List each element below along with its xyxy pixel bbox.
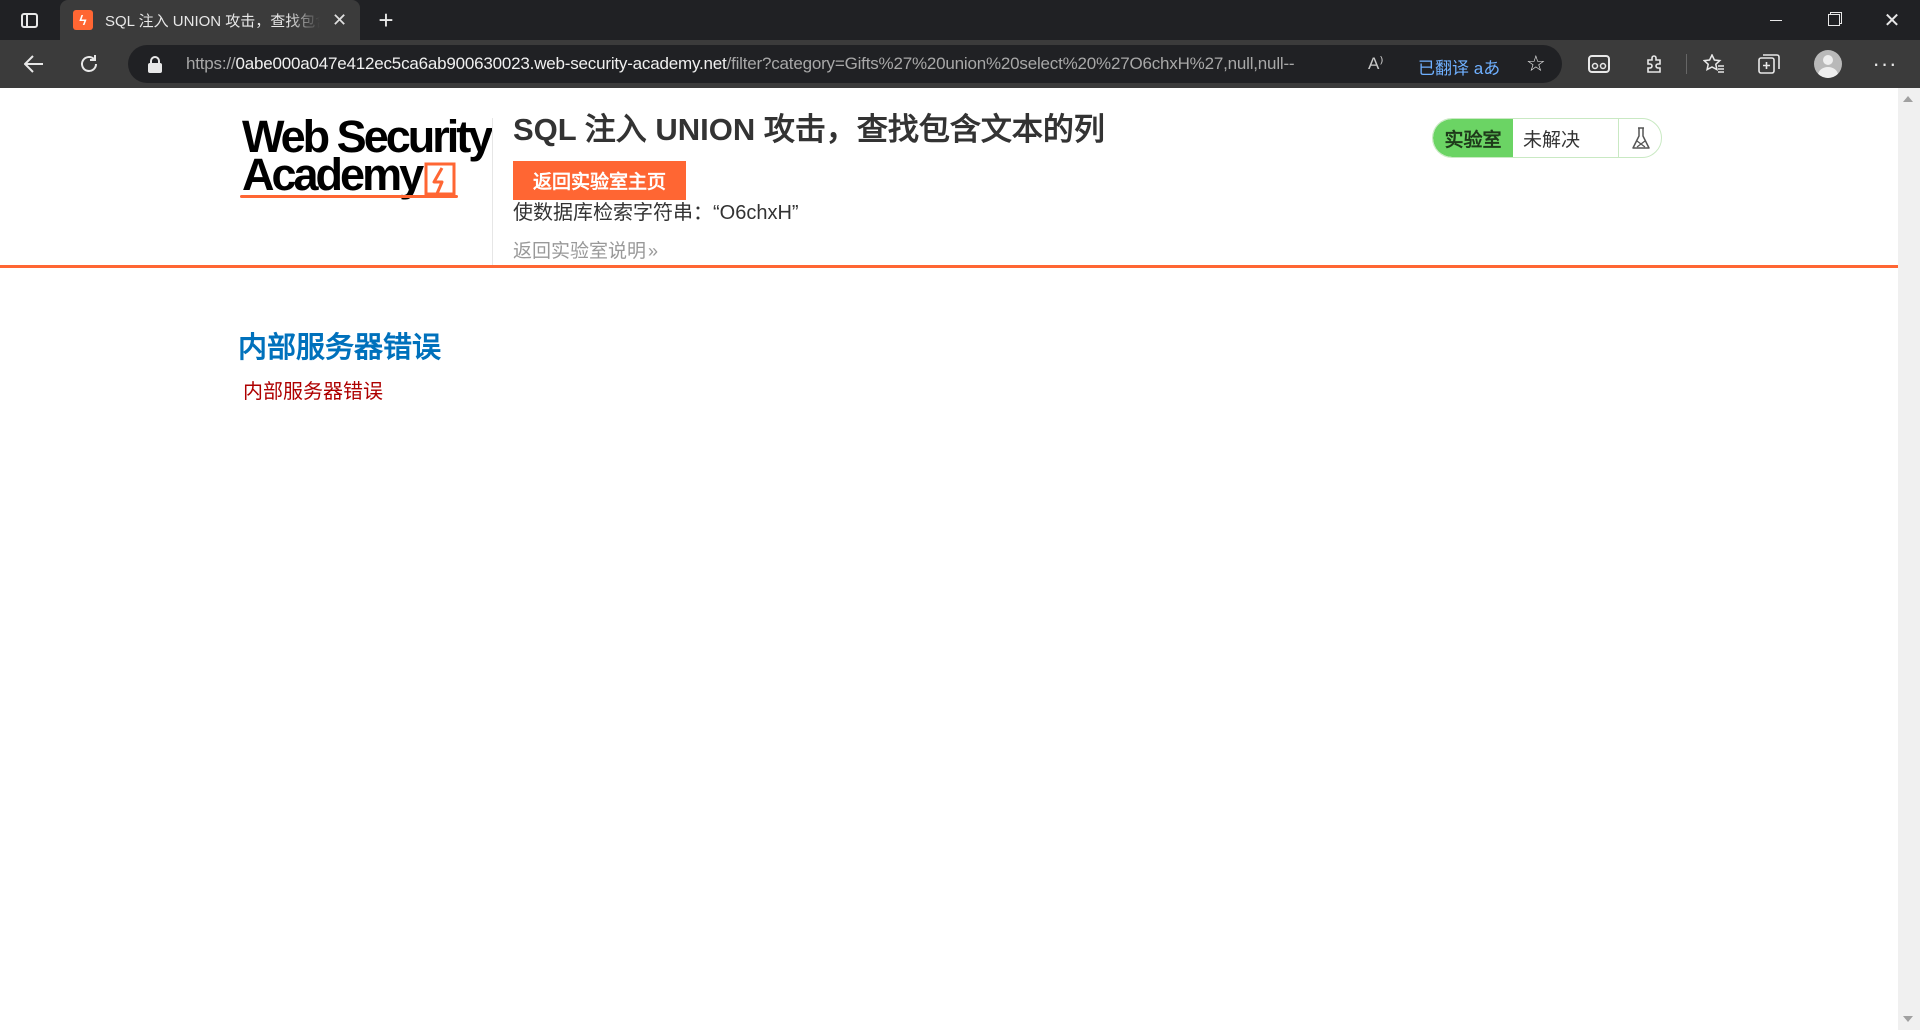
lock-icon[interactable]: [148, 56, 162, 73]
lab-objective: 使数据库检索字符串：“O6chxH”: [513, 202, 799, 224]
academy-bolt-icon: [424, 162, 456, 197]
page-viewport: Web Security Academy SQL 注入 UNION 攻击，查找包…: [0, 88, 1898, 1030]
url-path: /filter?category=Gifts%27%20union%20sele…: [726, 54, 1295, 73]
address-bar[interactable]: https://0abe000a047e412ec5ca6ab900630023…: [128, 45, 1562, 83]
reading-mode-icon[interactable]: [1582, 48, 1616, 80]
profile-icon[interactable]: [1814, 50, 1842, 78]
page-scrollbar[interactable]: [1898, 88, 1920, 1030]
tab-strip: ϟ SQL 注入 UNION 攻击，查找包含文本的列 ✕ + ✕: [0, 0, 1920, 40]
status-text: 未解决: [1523, 129, 1581, 151]
url-host: 0abe000a047e412ec5ca6ab900630023.web-sec…: [235, 54, 727, 73]
minimize-button[interactable]: [1748, 0, 1804, 40]
toolbar-separator: [1686, 54, 1687, 74]
tab-title: SQL 注入 UNION 攻击，查找包含文本的列: [105, 12, 320, 30]
header-divider: [492, 118, 493, 265]
collections-icon[interactable]: [1752, 48, 1786, 80]
read-aloud-icon[interactable]: A⁾: [1368, 54, 1384, 74]
logo-underline: [240, 195, 458, 198]
browser-toolbar: https://0abe000a047e412ec5ca6ab900630023…: [0, 40, 1920, 88]
favorites-icon[interactable]: [1697, 48, 1731, 80]
flask-icon: [1618, 119, 1661, 157]
close-icon[interactable]: ✕: [332, 11, 347, 29]
back-to-lab-description-link[interactable]: 返回实验室说明»: [513, 236, 658, 263]
translate-icon[interactable]: 已翻译 aあ: [1418, 54, 1500, 79]
add-favorite-icon[interactable]: ☆: [1526, 51, 1546, 77]
reload-icon[interactable]: [72, 48, 106, 80]
window-close-button[interactable]: ✕: [1864, 0, 1920, 40]
double-chevron-right-icon: »: [648, 241, 659, 261]
lab-title: SQL 注入 UNION 攻击，查找包含文本的列: [513, 112, 1105, 147]
logo-line2: Academy: [242, 149, 424, 200]
scroll-down-icon[interactable]: [1903, 1016, 1913, 1022]
url-text[interactable]: https://0abe000a047e412ec5ca6ab900630023…: [186, 54, 1346, 74]
tab-actions-icon[interactable]: [14, 8, 44, 32]
new-tab-button[interactable]: +: [370, 4, 402, 36]
lab-status-widget: 实验室 未解决: [1432, 118, 1662, 158]
extensions-icon[interactable]: [1637, 48, 1671, 80]
more-icon[interactable]: ···: [1868, 48, 1902, 80]
restore-button[interactable]: [1806, 0, 1862, 40]
site-favicon-icon: ϟ: [73, 10, 93, 30]
error-heading: 内部服务器错误: [238, 332, 442, 364]
web-security-academy-logo[interactable]: Web Security Academy: [240, 114, 493, 198]
header-accent-line: [0, 265, 1898, 268]
back-icon[interactable]: [17, 48, 51, 80]
back-to-lab-home-button[interactable]: 返回实验室主页: [513, 161, 687, 200]
scroll-up-icon[interactable]: [1903, 96, 1913, 102]
status-label: 实验室: [1433, 119, 1513, 157]
active-tab[interactable]: ϟ SQL 注入 UNION 攻击，查找包含文本的列 ✕: [60, 0, 360, 40]
error-message: 内部服务器错误: [243, 381, 383, 403]
